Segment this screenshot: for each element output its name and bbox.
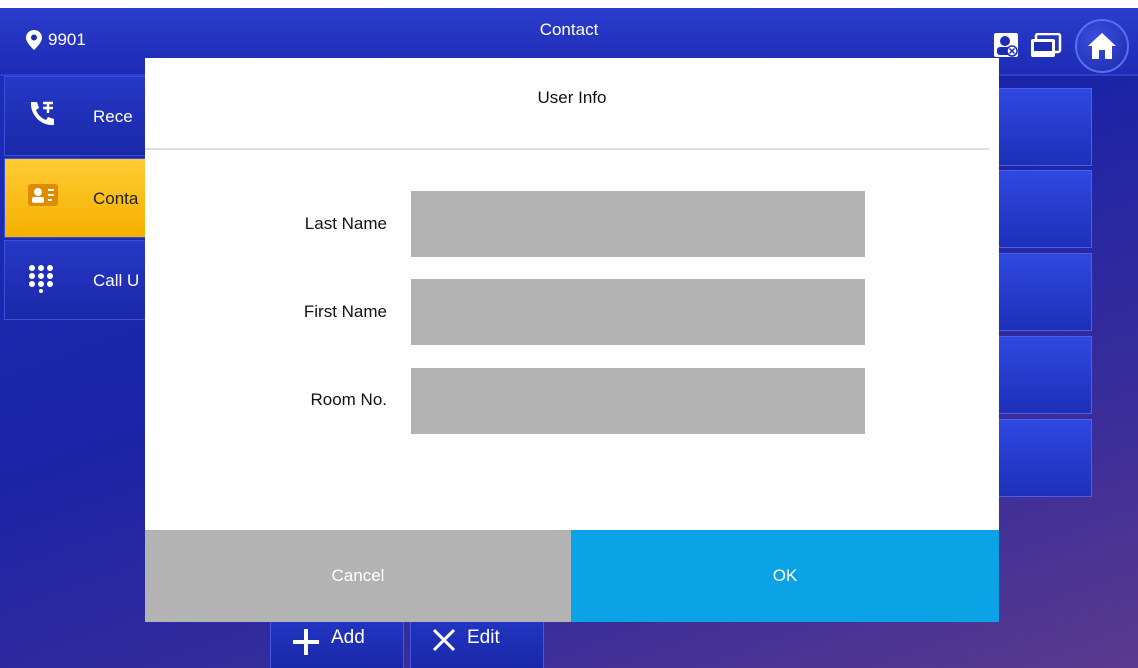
home-button[interactable]: [1075, 19, 1129, 73]
list-tile-2[interactable]: [990, 170, 1092, 248]
close-x-icon: [432, 628, 456, 652]
sidebar-item-label: Rece: [93, 107, 133, 126]
add-label: Add: [331, 627, 365, 648]
monitor-icon[interactable]: [1030, 33, 1062, 59]
list-tile-5[interactable]: [990, 419, 1092, 497]
sidebar-item-contacts[interactable]: Conta: [4, 158, 154, 238]
ok-button[interactable]: OK: [571, 530, 999, 622]
divider: [145, 148, 989, 150]
last-name-label: Last Name: [304, 214, 387, 233]
dialog-title: User Info: [537, 88, 607, 107]
list-tile-3[interactable]: [990, 253, 1092, 331]
room-no-input[interactable]: [411, 368, 865, 434]
first-name-label: First Name: [303, 302, 387, 321]
sidebar-item-call-user[interactable]: Call U: [4, 240, 154, 320]
list-tile-4[interactable]: [990, 336, 1092, 414]
first-name-input[interactable]: [411, 279, 865, 345]
sidebar-item-label: Call U: [93, 271, 140, 290]
last-name-input[interactable]: [411, 191, 865, 257]
keypad-icon: [29, 265, 53, 293]
page-title: Contact: [539, 20, 599, 39]
app-screen: 9901 Contact Rece Conta Call U Add Edit …: [0, 8, 1138, 668]
list-tile-1[interactable]: [990, 88, 1092, 166]
sidebar-item-records[interactable]: Rece: [4, 76, 154, 156]
edit-label: Edit: [467, 627, 500, 648]
sidebar-item-label: Conta: [93, 189, 139, 208]
call-record-icon: [30, 101, 54, 126]
user-status-icon[interactable]: [993, 32, 1019, 58]
room-no-label: Room No.: [310, 390, 387, 409]
user-info-dialog: User Info Last Name First Name Room No. …: [145, 58, 999, 622]
home-icon: [1088, 33, 1116, 59]
plus-icon: [293, 629, 319, 655]
contact-card-icon: [28, 184, 58, 206]
cancel-button[interactable]: Cancel: [145, 530, 571, 622]
